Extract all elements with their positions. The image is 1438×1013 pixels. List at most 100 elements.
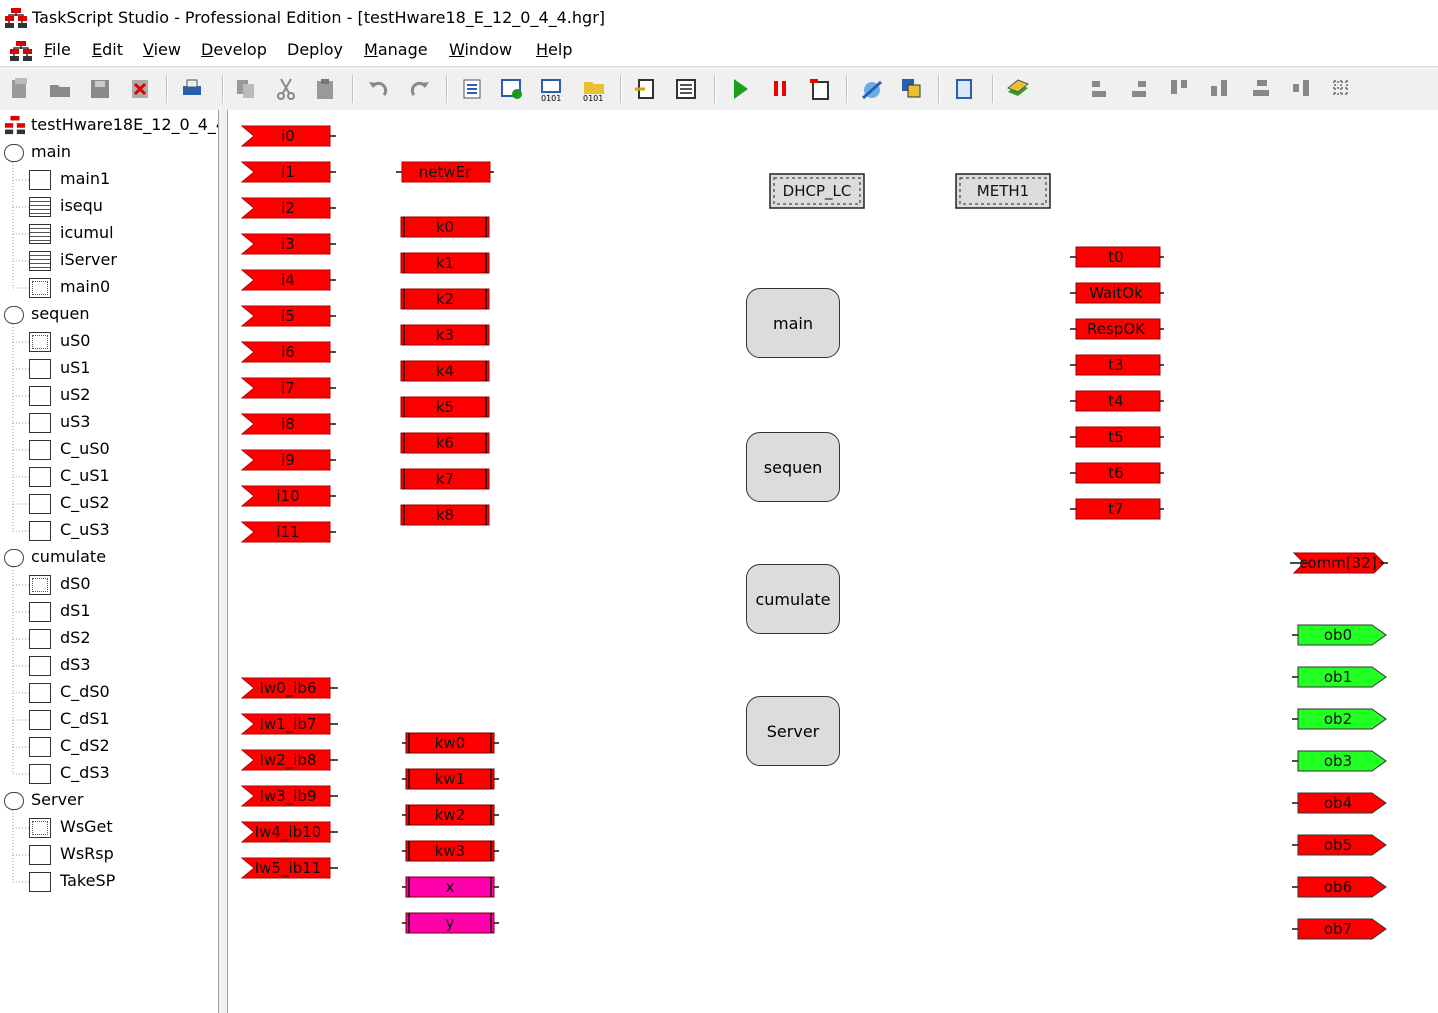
var-label-k1: k1 bbox=[436, 254, 454, 272]
cut-button[interactable] bbox=[272, 75, 300, 103]
splitter[interactable] bbox=[219, 110, 228, 1013]
tree-item-c_us0[interactable]: C_uS0 bbox=[60, 439, 110, 458]
tree-item-c_us3[interactable]: C_uS3 bbox=[60, 520, 110, 539]
menu-develop[interactable]: Develop bbox=[201, 40, 267, 59]
tree-group-sequen[interactable]: sequen bbox=[31, 304, 89, 323]
script-button[interactable] bbox=[950, 75, 978, 103]
close-doc-button[interactable] bbox=[126, 75, 154, 103]
input-label-i7: i7 bbox=[281, 379, 295, 397]
run-button[interactable] bbox=[726, 75, 754, 103]
windows-button[interactable] bbox=[898, 75, 926, 103]
align-bottom-button[interactable] bbox=[1126, 75, 1154, 103]
task-block-cumulate[interactable]: cumulate bbox=[746, 564, 840, 634]
undo-button[interactable] bbox=[364, 75, 392, 103]
bin-download-button[interactable]: 0101 bbox=[538, 75, 566, 103]
task-block-server[interactable]: Server bbox=[746, 696, 840, 766]
tree-item-c_us2[interactable]: C_uS2 bbox=[60, 493, 110, 512]
tree-item-wsrsp[interactable]: WsRsp bbox=[60, 844, 114, 863]
task-block-main[interactable]: main bbox=[746, 288, 840, 358]
task-icon bbox=[29, 764, 51, 784]
compile-button[interactable] bbox=[458, 75, 486, 103]
paste-button[interactable] bbox=[312, 75, 340, 103]
menu-window[interactable]: Window bbox=[449, 40, 512, 59]
undo-icon bbox=[369, 81, 388, 96]
document-icon[interactable] bbox=[8, 40, 34, 66]
download-button[interactable] bbox=[498, 75, 526, 103]
tree-item-c_ds3[interactable]: C_dS3 bbox=[60, 763, 110, 782]
task-icon bbox=[29, 332, 51, 352]
new-button[interactable] bbox=[6, 75, 34, 103]
align-right-button[interactable] bbox=[1248, 75, 1276, 103]
import-button[interactable] bbox=[632, 75, 660, 103]
export-button[interactable] bbox=[672, 75, 700, 103]
tree-item-us1[interactable]: uS1 bbox=[60, 358, 90, 377]
output-label-ob3: ob3 bbox=[1324, 752, 1352, 770]
tree-group-main[interactable]: main bbox=[31, 142, 71, 161]
tree-item-wsget[interactable]: WsGet bbox=[60, 817, 113, 836]
tree-item-main0[interactable]: main0 bbox=[60, 277, 110, 296]
tree-item-us3[interactable]: uS3 bbox=[60, 412, 90, 431]
copy-button[interactable] bbox=[232, 75, 260, 103]
tree-item-isequ[interactable]: isequ bbox=[60, 196, 103, 215]
output-label-ob7: ob7 bbox=[1324, 920, 1352, 938]
print-button[interactable] bbox=[178, 75, 206, 103]
menu-label: dit bbox=[102, 40, 123, 59]
tree-item-ds3[interactable]: dS3 bbox=[60, 655, 91, 674]
tree-item-takesp[interactable]: TakeSP bbox=[60, 871, 115, 890]
menu-file[interactable]: File bbox=[44, 40, 71, 59]
kw-label-kw2: kw2 bbox=[435, 806, 466, 824]
align-top-icon bbox=[1092, 81, 1106, 97]
task-icon bbox=[29, 359, 51, 379]
tree-item-c_ds0[interactable]: C_dS0 bbox=[60, 682, 110, 701]
tree-item-c_ds2[interactable]: C_dS2 bbox=[60, 736, 110, 755]
windows-icon bbox=[902, 79, 921, 98]
toolbar-separator bbox=[352, 75, 354, 103]
tree-item-iserver[interactable]: iServer bbox=[60, 250, 117, 269]
tree-item-us2[interactable]: uS2 bbox=[60, 385, 90, 404]
open-icon bbox=[50, 85, 70, 97]
menu-manage[interactable]: Manage bbox=[364, 40, 428, 59]
project-root-icon bbox=[4, 115, 26, 139]
menu-label: evelop bbox=[213, 40, 267, 59]
book-button[interactable] bbox=[1004, 75, 1032, 103]
word-input-label-Iw2_ib8: Iw2_ib8 bbox=[260, 751, 317, 770]
download-icon bbox=[501, 79, 522, 99]
pause-button[interactable] bbox=[766, 75, 794, 103]
tree-item-c_ds1[interactable]: C_dS1 bbox=[60, 709, 110, 728]
save-button[interactable] bbox=[86, 75, 114, 103]
menu-accelerator: E bbox=[92, 40, 103, 59]
tree-item-ds0[interactable]: dS0 bbox=[60, 574, 91, 593]
task-block-sequen[interactable]: sequen bbox=[746, 432, 840, 502]
tree-item-us0[interactable]: uS0 bbox=[60, 331, 90, 350]
tree-item-icumul[interactable]: icumul bbox=[60, 223, 114, 242]
grid-button[interactable] bbox=[1328, 75, 1356, 103]
diagram-canvas[interactable]: i0 i1 i2 i3 i4 i5 i6 i7 i8 i9 i10 i11 Iw0_ib6 Iw1_ib7… bbox=[228, 110, 1438, 1013]
output-label-ob5: ob5 bbox=[1324, 836, 1352, 854]
menu-help[interactable]: Help bbox=[536, 40, 572, 59]
tree-root[interactable]: testHware18E_12_0_4_4 bbox=[31, 115, 218, 134]
task-icon bbox=[29, 386, 51, 406]
stop-button[interactable] bbox=[806, 75, 834, 103]
redo-button[interactable] bbox=[406, 75, 434, 103]
menu-view[interactable]: View bbox=[143, 40, 181, 59]
align-left-button[interactable] bbox=[1166, 75, 1194, 103]
input-label-i6: i6 bbox=[281, 343, 295, 361]
tree-item-main1[interactable]: main1 bbox=[60, 169, 110, 188]
bin-folder-button[interactable]: 0101 bbox=[580, 75, 608, 103]
tree-item-ds2[interactable]: dS2 bbox=[60, 628, 91, 647]
menu-deploy[interactable]: Deploy bbox=[287, 40, 343, 59]
tree-group-cumulate[interactable]: cumulate bbox=[31, 547, 106, 566]
connect-button[interactable] bbox=[858, 75, 886, 103]
distribute-h-button[interactable] bbox=[1288, 75, 1316, 103]
project-tree: testHware18E_12_0_4_4main main1 isequ icumu… bbox=[0, 110, 219, 1013]
redo-icon bbox=[410, 81, 429, 96]
align-center-button[interactable] bbox=[1206, 75, 1234, 103]
tree-group-server[interactable]: Server bbox=[31, 790, 83, 809]
tree-item-c_us1[interactable]: C_uS1 bbox=[60, 466, 110, 485]
open-button[interactable] bbox=[46, 75, 74, 103]
menu-edit[interactable]: Edit bbox=[92, 40, 123, 59]
align-top-button[interactable] bbox=[1086, 75, 1114, 103]
menu-accelerator: W bbox=[449, 40, 465, 59]
task-icon bbox=[29, 440, 51, 460]
tree-item-ds1[interactable]: dS1 bbox=[60, 601, 91, 620]
